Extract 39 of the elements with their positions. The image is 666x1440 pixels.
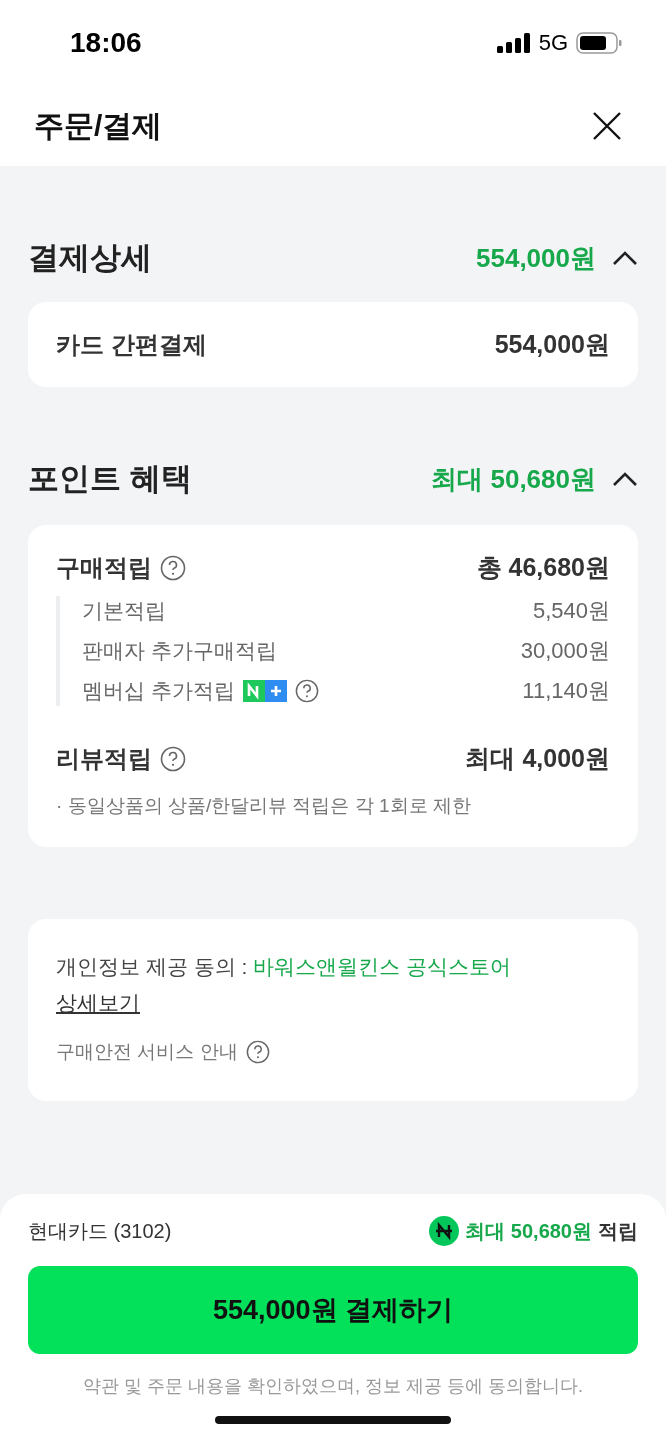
membership-badge-icon	[242, 680, 287, 702]
reward-suffix: 적립	[598, 1218, 638, 1244]
pay-button[interactable]: 554,000원 결제하기	[28, 1266, 638, 1354]
points-group-value: 최대 4,000원	[465, 743, 610, 774]
points-group-label: 구매적립	[56, 552, 152, 583]
status-time: 18:06	[70, 27, 142, 59]
points-item-value: 5,540원	[532, 597, 610, 625]
help-icon[interactable]	[294, 679, 319, 703]
points-item-label: 기본적립	[82, 598, 166, 624]
battery-icon	[576, 32, 622, 54]
points-group-label: 리뷰적립	[56, 743, 152, 774]
section-title: 포인트 혜택	[28, 460, 192, 498]
section-total: 554,000원	[476, 241, 596, 275]
points-group-value: 총 46,680원	[476, 552, 610, 583]
points-item-value: 11,140원	[522, 677, 610, 705]
points-item-value: 30,000원	[520, 637, 610, 665]
points-item-label: 멤버십 추가적립	[82, 678, 235, 704]
help-icon[interactable]	[160, 745, 186, 772]
agreement-text: 약관 및 주문 내용을 확인하였으며, 정보 제공 등에 동의합니다.	[83, 1375, 583, 1398]
card-name: 현대카드 (3102)	[28, 1218, 172, 1244]
payment-amount: 554,000원	[494, 329, 610, 360]
consent-text: 개인정보 제공 동의 : 바워스앤윌킨스 공식스토어	[56, 954, 513, 980]
network-label: 5G	[538, 30, 568, 56]
help-icon[interactable]	[245, 1040, 270, 1064]
signal-icon	[496, 33, 531, 53]
reward-amount: 최대 50,680원	[465, 1218, 592, 1244]
section-title: 결제상세	[28, 239, 152, 277]
points-item-label: 판매자 추가구매적립	[82, 638, 277, 664]
payment-method-label: 카드 간편결제	[56, 329, 207, 360]
points-coin-icon	[429, 1216, 460, 1246]
help-icon[interactable]	[160, 554, 186, 581]
chevron-up-icon[interactable]	[612, 471, 638, 487]
chevron-up-icon[interactable]	[612, 250, 638, 266]
safety-service-label: 구매안전 서비스 안내	[56, 1040, 238, 1064]
section-total: 최대 50,680원	[431, 462, 596, 496]
close-icon[interactable]	[592, 111, 622, 141]
detail-link[interactable]: 상세보기	[56, 989, 140, 1017]
points-note: · 동일상품의 상품/한달리뷰 적립은 각 1회로 제한	[56, 794, 472, 818]
page-title: 주문/결제	[34, 107, 163, 144]
